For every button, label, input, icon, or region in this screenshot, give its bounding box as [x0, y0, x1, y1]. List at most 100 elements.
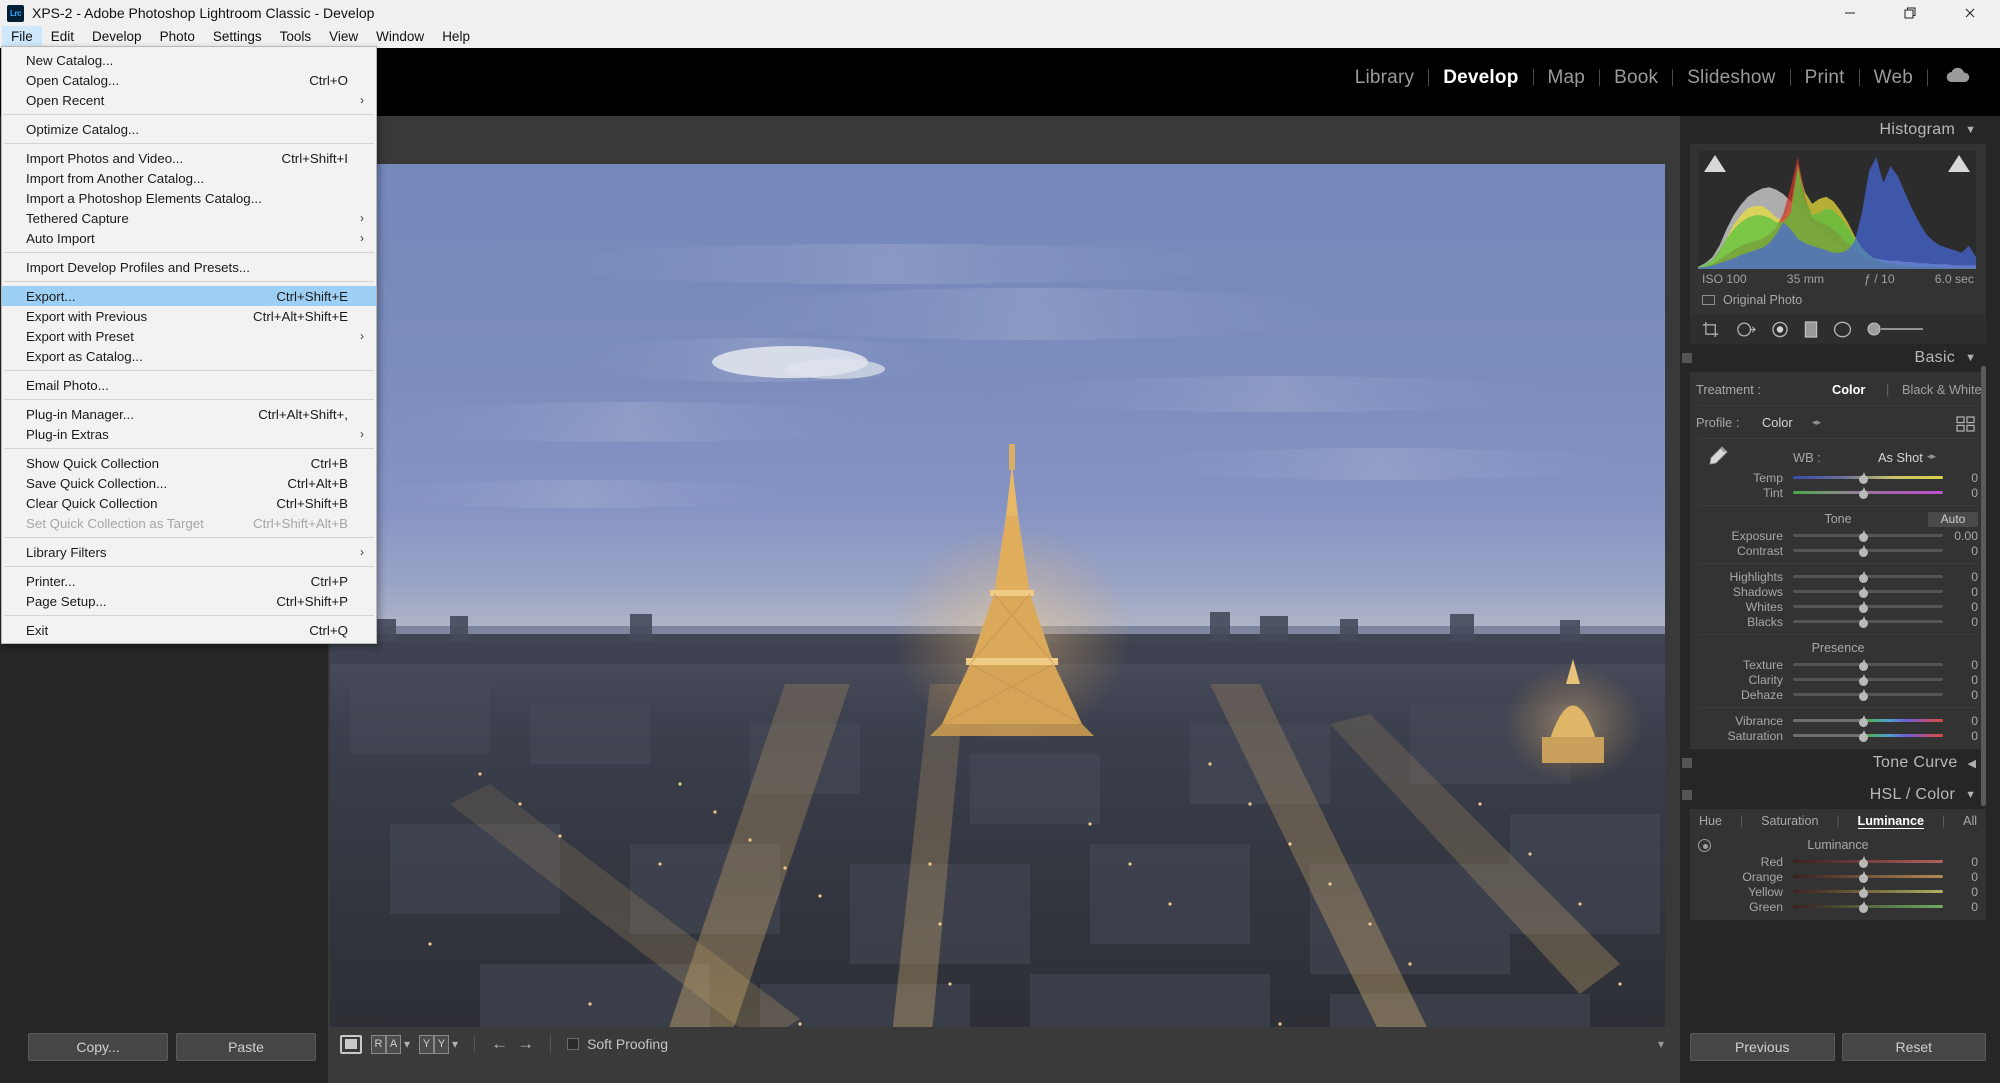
previous-button[interactable]: Previous — [1690, 1033, 1835, 1061]
slider-hsl-yellow[interactable]: Yellow 0 — [1690, 884, 1986, 899]
slider-value[interactable]: 0.00 — [1954, 529, 1978, 543]
menu-item-auto-import[interactable]: Auto Import › — [2, 228, 376, 248]
slider-value[interactable]: 0 — [1971, 486, 1978, 500]
hsl-tab-hue[interactable]: Hue — [1699, 814, 1722, 828]
slider-clarity[interactable]: Clarity 0 — [1690, 672, 1986, 687]
basic-panel-header[interactable]: Basic ▼ — [1682, 344, 1986, 372]
slider-blacks[interactable]: Blacks 0 — [1690, 614, 1986, 629]
chevron-down-icon[interactable]: ▾ — [404, 1037, 410, 1051]
histogram-panel-header[interactable]: Histogram ▼ — [1690, 116, 1986, 144]
module-web[interactable]: Web — [1860, 67, 1927, 89]
close-button[interactable] — [1940, 0, 2000, 26]
menu-item-save-quick-collection[interactable]: Save Quick Collection... Ctrl+Alt+B — [2, 473, 376, 493]
menu-item-import-develop-profiles-and-presets[interactable]: Import Develop Profiles and Presets... — [2, 257, 376, 277]
slider-handle[interactable] — [1858, 674, 1869, 686]
menu-window[interactable]: Window — [367, 26, 433, 48]
chevron-down-icon[interactable]: ▼ — [1965, 124, 1976, 136]
tone-curve-panel-header[interactable]: Tone Curve ◀ — [1682, 749, 1986, 777]
slider-value[interactable]: 0 — [1971, 585, 1978, 599]
panel-switch-icon[interactable] — [1682, 353, 1692, 363]
highlight-clipping-indicator[interactable] — [1948, 155, 1970, 172]
hsl-tab-luminance[interactable]: Luminance — [1857, 814, 1925, 829]
slider-handle[interactable] — [1858, 601, 1869, 613]
slider-tint[interactable]: Tint 0 — [1690, 485, 1986, 500]
slider-hsl-red[interactable]: Red 0 — [1690, 854, 1986, 869]
module-library[interactable]: Library — [1341, 67, 1428, 89]
module-map[interactable]: Map — [1534, 67, 1600, 89]
menu-item-exit[interactable]: Exit Ctrl+Q — [2, 620, 376, 640]
slider-value[interactable]: 0 — [1971, 885, 1978, 899]
checkbox-icon[interactable] — [567, 1038, 580, 1050]
shadow-clipping-indicator[interactable] — [1704, 155, 1726, 172]
slider-texture[interactable]: Texture 0 — [1690, 657, 1986, 672]
file-menu-dropdown[interactable]: New Catalog... Open Catalog... Ctrl+O Open … — [1, 46, 377, 644]
maximize-restore-button[interactable] — [1880, 0, 1940, 26]
menu-item-email-photo[interactable]: Email Photo... — [2, 375, 376, 395]
slider-handle[interactable] — [1858, 856, 1869, 868]
target-adjustment-icon[interactable] — [1698, 839, 1711, 852]
module-print[interactable]: Print — [1791, 67, 1859, 89]
menu-item-show-quick-collection[interactable]: Show Quick Collection Ctrl+B — [2, 453, 376, 473]
hsl-tab-saturation[interactable]: Saturation — [1761, 814, 1818, 828]
slider-value[interactable]: 0 — [1971, 900, 1978, 914]
flag-cell-a[interactable]: A — [386, 1034, 401, 1054]
rating-cell-1[interactable]: Y — [419, 1034, 435, 1054]
hsl-tab-all[interactable]: All — [1963, 814, 1977, 828]
profile-value[interactable]: Color — [1762, 415, 1793, 430]
slider-handle[interactable] — [1858, 901, 1869, 913]
toolbar-options-caret[interactable]: ▾ — [1658, 1037, 1664, 1051]
menu-help[interactable]: Help — [433, 26, 479, 48]
red-eye-icon[interactable] — [1771, 321, 1789, 338]
menu-item-import-from-another-catalog[interactable]: Import from Another Catalog... — [2, 168, 376, 188]
slider-handle[interactable] — [1858, 689, 1869, 701]
slider-value[interactable]: 0 — [1971, 471, 1978, 485]
slider-handle[interactable] — [1858, 730, 1869, 742]
slider-value[interactable]: 0 — [1971, 855, 1978, 869]
slider-value[interactable]: 0 — [1971, 714, 1978, 728]
original-photo-toggle[interactable]: Original Photo — [1698, 286, 1978, 309]
slider-shadows[interactable]: Shadows 0 — [1690, 584, 1986, 599]
cloud-sync-icon[interactable] — [1944, 66, 1972, 89]
menu-item-export-as-catalog[interactable]: Export as Catalog... — [2, 346, 376, 366]
crop-overlay-icon[interactable] — [1702, 321, 1721, 338]
next-photo-button[interactable]: → — [517, 1034, 534, 1054]
rating-filter-group[interactable]: Y Y ▾ — [419, 1034, 458, 1054]
panel-switch-icon[interactable] — [1682, 758, 1692, 768]
module-book[interactable]: Book — [1600, 67, 1672, 89]
photo-preview[interactable] — [330, 164, 1665, 1054]
slider-handle[interactable] — [1858, 715, 1869, 727]
slider-value[interactable]: 0 — [1971, 600, 1978, 614]
menu-photo[interactable]: Photo — [151, 26, 204, 48]
chevron-updown-icon[interactable]: ◂▸ — [1812, 417, 1821, 428]
slider-exposure[interactable]: Exposure 0.00 — [1690, 528, 1986, 543]
slider-value[interactable]: 0 — [1971, 870, 1978, 884]
menu-item-page-setup[interactable]: Page Setup... Ctrl+Shift+P — [2, 591, 376, 611]
chevron-down-icon[interactable]: ▼ — [1965, 789, 1976, 801]
slider-value[interactable]: 0 — [1971, 688, 1978, 702]
menu-item-new-catalog[interactable]: New Catalog... — [2, 50, 376, 70]
radial-filter-icon[interactable] — [1833, 321, 1852, 338]
menu-item-plug-in-extras[interactable]: Plug-in Extras › — [2, 424, 376, 444]
slider-handle[interactable] — [1858, 571, 1869, 583]
slider-hsl-green[interactable]: Green 0 — [1690, 899, 1986, 914]
slider-handle[interactable] — [1858, 487, 1869, 499]
rating-cell-2[interactable]: Y — [434, 1034, 450, 1054]
copy-button[interactable]: Copy... — [28, 1033, 168, 1061]
menu-edit[interactable]: Edit — [42, 26, 83, 48]
slider-handle[interactable] — [1858, 472, 1869, 484]
module-slideshow[interactable]: Slideshow — [1673, 67, 1789, 89]
slider-handle[interactable] — [1858, 871, 1869, 883]
panel-switch-icon[interactable] — [1682, 790, 1692, 800]
slider-handle[interactable] — [1858, 586, 1869, 598]
chevron-updown-icon[interactable]: ◂▸ — [1927, 451, 1936, 462]
histogram-chart[interactable] — [1698, 151, 1976, 269]
auto-tone-button[interactable]: Auto — [1928, 512, 1978, 527]
chevron-left-icon[interactable]: ◀ — [1968, 757, 1976, 770]
menu-item-import-a-photoshop-elements-catalog[interactable]: Import a Photoshop Elements Catalog... — [2, 188, 376, 208]
menu-settings[interactable]: Settings — [204, 26, 271, 48]
slider-handle[interactable] — [1858, 886, 1869, 898]
hsl-panel-header[interactable]: HSL / Color ▼ — [1682, 781, 1986, 809]
slider-vibrance[interactable]: Vibrance 0 — [1690, 713, 1986, 728]
menu-item-export-with-previous[interactable]: Export with Previous Ctrl+Alt+Shift+E — [2, 306, 376, 326]
slider-temp[interactable]: Temp 0 — [1690, 470, 1986, 485]
